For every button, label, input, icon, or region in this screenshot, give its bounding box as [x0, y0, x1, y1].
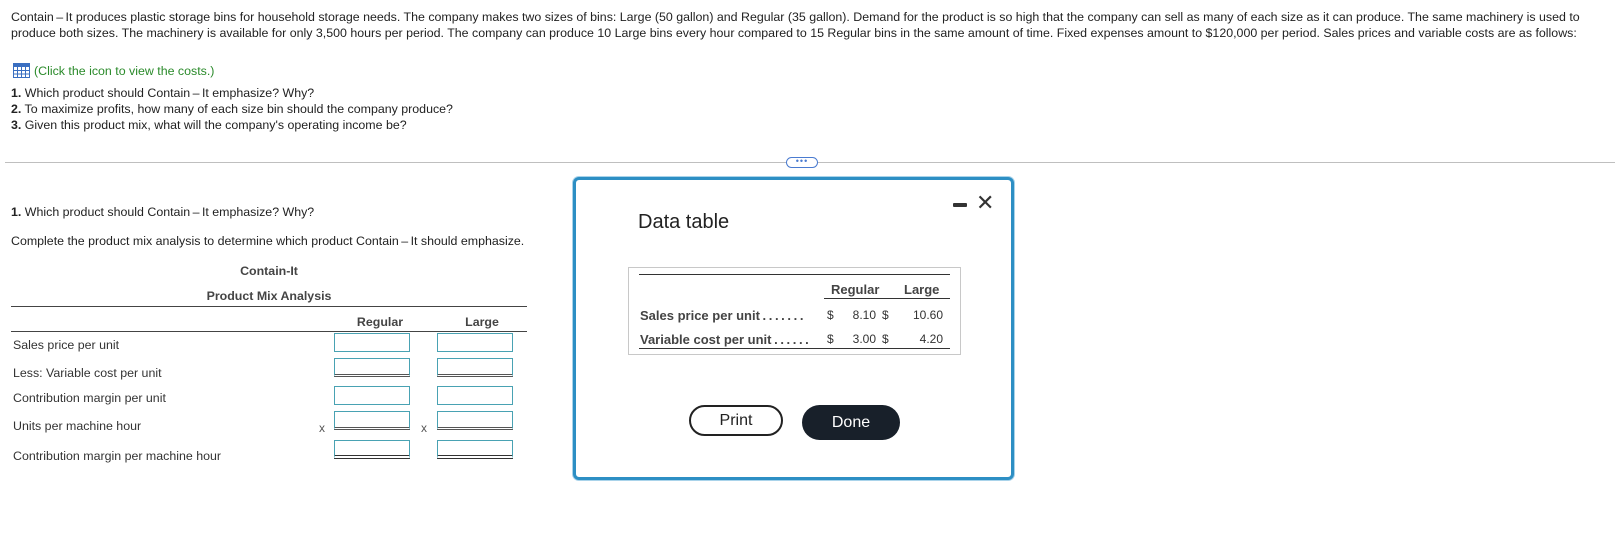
- data-currency-regular: $: [827, 308, 834, 322]
- data-label-sales-price: Sales price per unit . . . . . . .: [640, 308, 804, 323]
- data-table-rule-top: [639, 274, 950, 275]
- data-large-variable-cost: 4.20: [919, 332, 943, 346]
- question-1: 1. Which product should Contain – It emp…: [11, 86, 315, 100]
- input-regular-variable-cost[interactable]: [334, 358, 410, 377]
- table-icon[interactable]: [13, 63, 30, 78]
- row-label-sales-price: Sales price per unit: [13, 338, 120, 352]
- cost-data-table: Regular Large Sales price per unit . . .…: [628, 267, 961, 355]
- close-icon[interactable]: ✕: [976, 192, 994, 214]
- data-regular-variable-cost: 3.00: [852, 332, 876, 346]
- input-regular-cm-per-hour[interactable]: [334, 440, 410, 459]
- input-regular-units-per-hour[interactable]: [334, 411, 410, 430]
- expand-more-button[interactable]: •••: [786, 157, 818, 168]
- input-large-units-per-hour[interactable]: [437, 411, 513, 430]
- data-currency-regular-2: $: [827, 332, 834, 346]
- data-header-regular: Regular: [831, 282, 880, 297]
- row-label-contribution-margin: Contribution margin per unit: [13, 391, 166, 405]
- input-large-sales-price[interactable]: [437, 333, 513, 352]
- column-header-regular: Regular: [356, 315, 404, 329]
- problem-intro: Contain – It produces plastic storage bi…: [11, 10, 1580, 40]
- data-table-rule-header: [824, 298, 950, 299]
- analysis-title: Product Mix Analysis: [206, 289, 332, 303]
- row-label-units-per-hour: Units per machine hour: [13, 419, 142, 433]
- data-label-variable-cost: Variable cost per unit . . . . . .: [640, 332, 809, 347]
- data-regular-sales-price: 8.10: [852, 308, 876, 322]
- question-3: 3. Given this product mix, what will the…: [11, 118, 407, 132]
- print-button[interactable]: Print: [689, 405, 783, 436]
- instruction-text: Complete the product mix analysis to det…: [11, 234, 525, 248]
- table-rule-top: [11, 306, 527, 307]
- current-question: 1. Which product should Contain – It emp…: [11, 205, 315, 219]
- input-regular-sales-price[interactable]: [334, 333, 410, 352]
- multiply-sign-large: x: [421, 421, 427, 435]
- minimize-icon[interactable]: [953, 203, 967, 207]
- row-label-variable-cost: Less: Variable cost per unit: [13, 366, 162, 380]
- question-list: 1. Which product should Contain – It emp…: [11, 85, 453, 133]
- input-large-variable-cost[interactable]: [437, 358, 513, 377]
- question-2: 2. To maximize profits, how many of each…: [11, 102, 453, 116]
- done-button[interactable]: Done: [802, 405, 900, 440]
- data-large-sales-price: 10.60: [912, 308, 943, 322]
- input-large-contribution-margin[interactable]: [437, 386, 513, 405]
- data-header-large: Large: [904, 282, 940, 297]
- input-regular-contribution-margin[interactable]: [334, 386, 410, 405]
- dialog-title: Data table: [638, 211, 730, 233]
- data-table-rule-bottom: [639, 348, 950, 349]
- column-header-large: Large: [465, 315, 499, 329]
- row-label-cm-per-hour: Contribution margin per machine hour: [13, 449, 221, 463]
- data-table-dialog: Data table ✕ Regular Large Sales price p…: [573, 177, 1014, 480]
- table-rule-header: [11, 331, 527, 332]
- data-currency-large: $: [882, 308, 889, 322]
- data-currency-large-2: $: [882, 332, 889, 346]
- analysis-company: Contain-It: [240, 264, 298, 278]
- multiply-sign-regular: x: [319, 421, 325, 435]
- input-large-cm-per-hour[interactable]: [437, 440, 513, 459]
- view-costs-link[interactable]: (Click the icon to view the costs.): [13, 63, 214, 78]
- view-costs-label[interactable]: (Click the icon to view the costs.): [34, 64, 214, 78]
